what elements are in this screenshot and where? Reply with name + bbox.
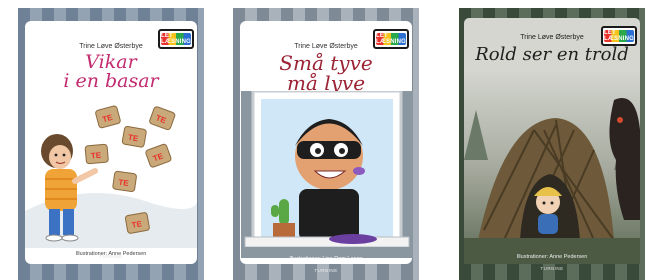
badge-label: LET LÆSNING <box>375 33 407 45</box>
easy-reading-badge: LET LÆSNING <box>601 26 637 46</box>
publisher-name: TURBINE <box>540 266 564 271</box>
badge-label: LET LÆSNING <box>160 33 192 45</box>
easy-reading-badge: LET LÆSNING <box>158 29 194 49</box>
svg-text:TE: TE <box>91 151 103 161</box>
cover-illustration-boy-in-twig-hut-with-troll <box>464 70 640 264</box>
book-cover-sma-tyve-ma-lyve[interactable]: LET LÆSNING Trine Løve Østerbye Små tyve… <box>233 8 419 280</box>
tea-bag: TE <box>84 143 109 165</box>
easy-reading-badge: LET LÆSNING <box>373 29 409 49</box>
illustrator-credit: Illustrationer: Anne Pedersen <box>516 254 588 260</box>
book-title: Vikar i en basar <box>25 53 197 91</box>
thief-shirt <box>299 189 359 241</box>
title-line-2: i en basar <box>63 70 159 92</box>
boy-face <box>49 145 71 169</box>
cover-illustration-boy-juggling-tea-bags: TE TE TE TE TE TE TE <box>25 91 197 248</box>
cover-illustration-masked-thief-at-window <box>241 91 413 258</box>
tea-bag: TE <box>124 212 150 234</box>
svg-text:TE: TE <box>118 178 130 188</box>
book-cover-vikar-i-en-basar[interactable]: LET LÆSNING Trine Løve Østerbye Vikar i … <box>18 8 204 280</box>
book-cover-rold-ser-en-trold[interactable]: LET LÆSNING Trine Løve Østerbye Rold ser… <box>459 8 645 280</box>
publisher-name: TURBINE <box>314 268 338 273</box>
illustrator-credit: Illustrationer: Line Rom Lange <box>289 256 363 262</box>
title-line-2: må lyve <box>286 71 366 95</box>
title-line-1: Små tyve <box>279 51 373 75</box>
cactus <box>279 199 289 225</box>
publisher-name: TURBINE <box>99 254 123 259</box>
tea-bag: TE <box>112 170 137 192</box>
book-title: Små tyve må lyve <box>240 53 412 93</box>
book-title: Rold ser en trold <box>475 44 629 65</box>
tea-bag: TE <box>121 125 147 148</box>
cover-panel: LET LÆSNING Trine Løve Østerbye Vikar i … <box>25 21 197 264</box>
thief-mask <box>297 141 361 159</box>
badge-label: LET LÆSNING <box>603 30 635 42</box>
